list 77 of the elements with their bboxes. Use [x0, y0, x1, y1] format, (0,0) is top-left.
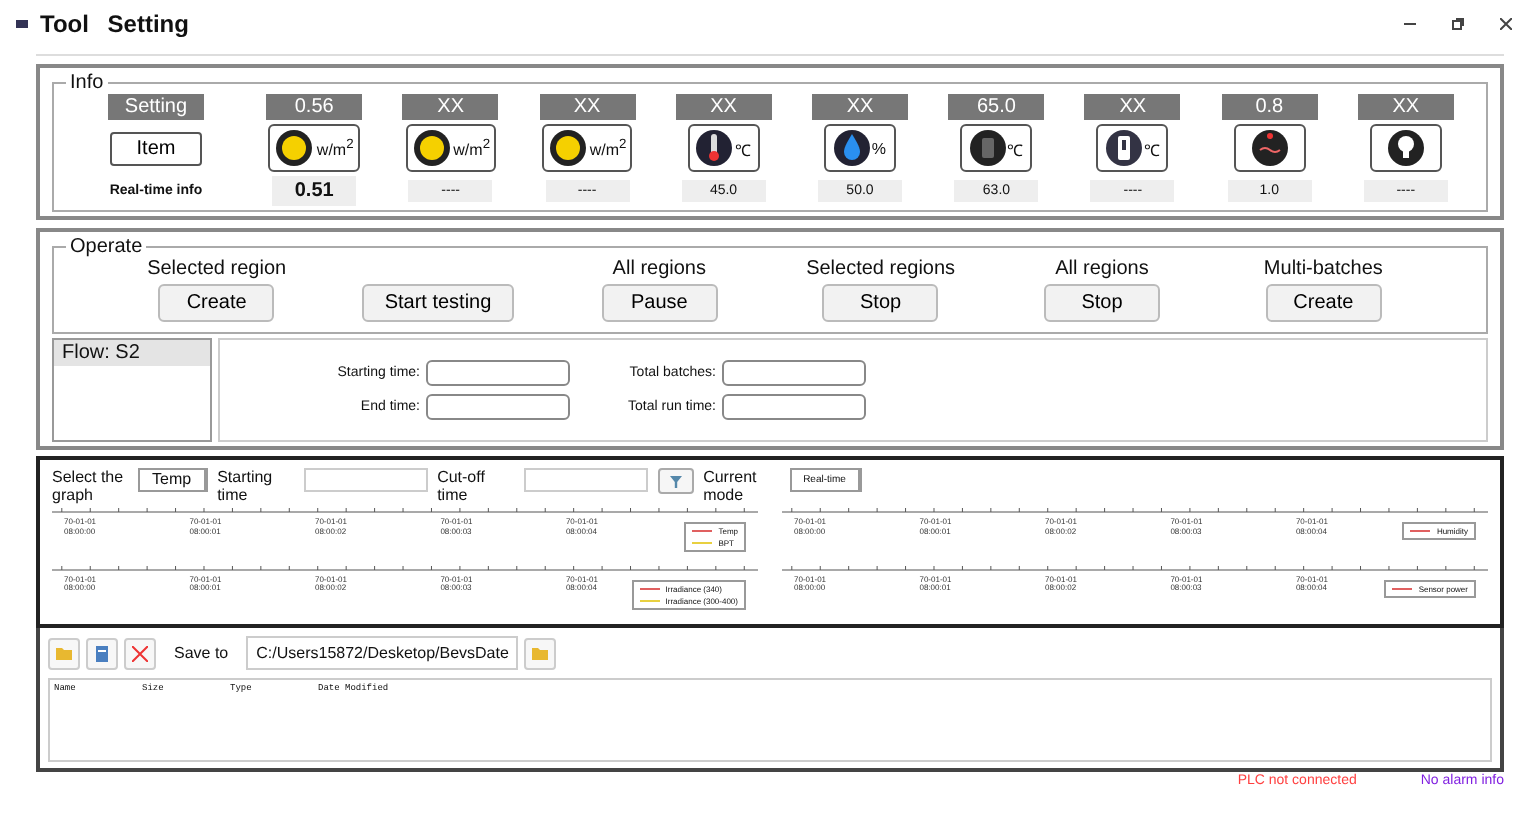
setting-value: XX — [811, 94, 908, 120]
panel-title: Operate — [68, 236, 145, 258]
setting-value: XX — [539, 94, 636, 120]
gauge-icon — [1249, 128, 1290, 168]
field-label: Select the graph — [52, 468, 126, 504]
sensor-icon — [1105, 128, 1142, 168]
item-button[interactable]: Item — [110, 131, 202, 165]
sensor-tile[interactable]: w/m$^{2}$ — [541, 124, 633, 172]
action-caption: All regions — [1055, 258, 1149, 280]
graph-dropdown[interactable]: Temp — [138, 468, 208, 492]
setting-value: XX — [675, 94, 772, 120]
input-field[interactable] — [523, 468, 648, 492]
unit-label: % — [871, 139, 887, 157]
close-icon — [132, 645, 148, 661]
unit-label: ℃ — [1007, 139, 1024, 159]
sun-icon — [411, 128, 452, 168]
thermometer-icon — [696, 128, 733, 168]
action-button[interactable]: Create — [158, 284, 275, 322]
unit-label: ℃ — [1143, 139, 1160, 159]
sensor-tile[interactable]: ℃ — [687, 124, 760, 172]
action-button[interactable]: Start testing — [362, 284, 514, 322]
field-label: Current mode — [703, 468, 759, 504]
input-field[interactable] — [426, 360, 570, 386]
sensor-tile[interactable] — [1369, 124, 1442, 172]
refresh-button[interactable] — [86, 637, 118, 669]
close-icon[interactable] — [1500, 18, 1512, 30]
sun-icon — [547, 128, 588, 168]
restore-icon[interactable] — [1452, 18, 1464, 30]
sensor-tile[interactable]: ℃ — [960, 124, 1033, 172]
field-label: Save to — [174, 644, 229, 662]
field-label: Starting time — [217, 468, 275, 504]
action-caption: Multi-batches — [1263, 258, 1383, 280]
action-caption: All regions — [612, 258, 706, 280]
delete-button[interactable] — [124, 637, 156, 669]
sensor-tile[interactable]: % — [823, 124, 896, 172]
unit-label: w/m$^{2}$ — [589, 137, 627, 159]
action-button[interactable]: Stop — [1043, 284, 1160, 322]
sun-icon — [274, 128, 315, 168]
input-field[interactable] — [722, 394, 866, 420]
flow-item[interactable]: Flow: S2 — [54, 340, 210, 366]
sensor-tile[interactable]: w/m$^{2}$ — [405, 124, 497, 172]
input-field[interactable] — [426, 394, 570, 420]
folder-icon — [532, 647, 549, 659]
window-title: Tool Setting — [40, 10, 189, 38]
document-icon — [96, 645, 108, 661]
device-icon — [969, 128, 1006, 168]
input-field[interactable] — [722, 360, 866, 386]
setting-value: 0.56 — [266, 94, 363, 120]
unit-label: ℃ — [734, 139, 751, 159]
setting-value: XX — [1357, 94, 1454, 120]
filter-icon — [669, 475, 682, 487]
water-drop-icon — [833, 128, 870, 168]
setting-value: 65.0 — [948, 94, 1045, 120]
app-icon — [16, 20, 28, 28]
action-button[interactable]: Stop — [822, 284, 939, 322]
field-label: Cut-off time — [437, 468, 487, 504]
unit-label: w/m$^{2}$ — [316, 137, 354, 159]
sensor-tile[interactable] — [1233, 124, 1306, 172]
action-caption: Selected regions — [806, 258, 956, 280]
action-button[interactable]: Create — [1265, 284, 1382, 322]
action-caption: Selected region — [147, 258, 287, 280]
unit-label: w/m$^{2}$ — [453, 137, 491, 159]
action-button[interactable]: Pause — [601, 284, 718, 322]
setting-value: 0.8 — [1221, 94, 1318, 120]
column-header: Setting — [108, 94, 204, 120]
folder-icon — [56, 647, 72, 659]
setting-value: XX — [402, 94, 499, 120]
filter-button[interactable] — [657, 468, 694, 494]
setting-value: XX — [1084, 94, 1181, 120]
light-bulb-icon — [1387, 128, 1424, 168]
input-field[interactable] — [303, 468, 428, 492]
minimize-icon[interactable] — [1404, 18, 1416, 30]
reading-value: 0.51 — [272, 176, 357, 206]
path-field[interactable]: C:/Users15872/Desketop/BevsDate — [246, 636, 519, 670]
sensor-tile[interactable]: ℃ — [1096, 124, 1169, 172]
sensor-tile[interactable]: w/m$^{2}$ — [268, 124, 360, 172]
panel-title: Info — [68, 72, 106, 94]
